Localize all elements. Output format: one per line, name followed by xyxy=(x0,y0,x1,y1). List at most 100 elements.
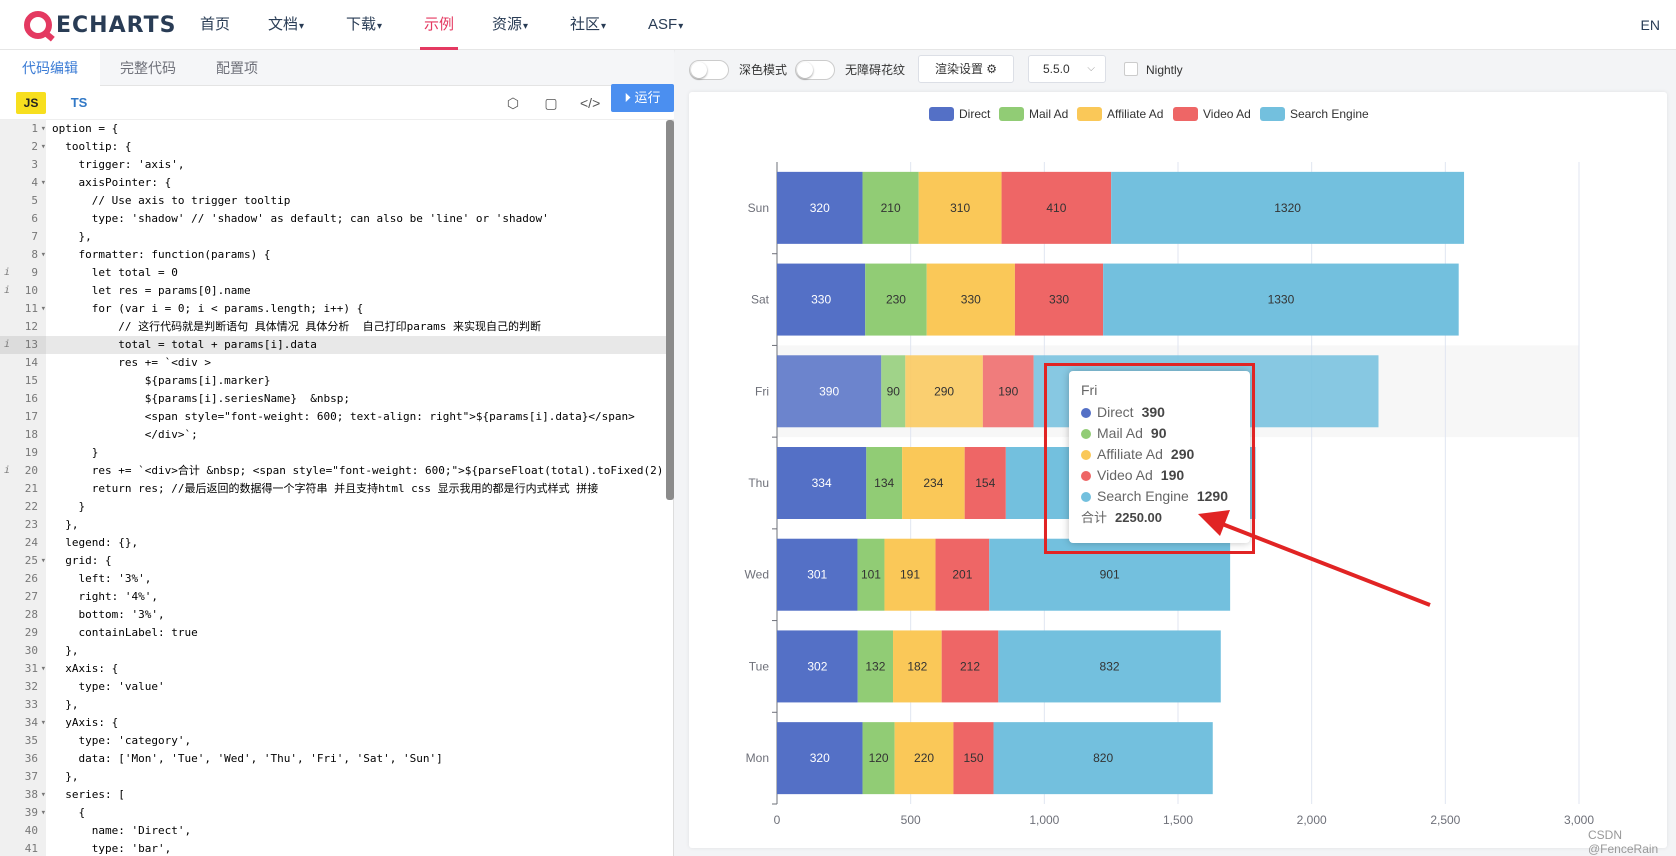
code-line[interactable]: 7 }, xyxy=(0,228,666,246)
code-line[interactable]: 38 ▾ series: [ xyxy=(0,786,666,804)
js-language-button[interactable]: JS xyxy=(16,92,46,114)
language-switch[interactable]: EN xyxy=(1641,0,1660,50)
code-line[interactable]: 28 bottom: '3%', xyxy=(0,606,666,624)
tab-options[interactable]: 配置项 xyxy=(194,50,280,86)
version-select[interactable]: 5.5.0 ⌵ xyxy=(1028,55,1106,83)
code-line[interactable]: 21 return res; //最后返回的数据得一个字符串 并且支持html … xyxy=(0,480,666,498)
echarts-logo[interactable]: ECHARTS xyxy=(24,9,176,41)
code-line[interactable]: 22 } xyxy=(0,498,666,516)
code-line[interactable]: 33 }, xyxy=(0,696,666,714)
code-line[interactable]: 25 ▾ grid: { xyxy=(0,552,666,570)
code-line[interactable]: 26 left: '3%', xyxy=(0,570,666,588)
nav-item-asf[interactable]: ASF▾ xyxy=(648,0,683,50)
nav-item-download[interactable]: 下载▾ xyxy=(346,0,382,50)
code-line[interactable]: 18 </div>`; xyxy=(0,426,666,444)
dark-mode-toggle[interactable] xyxy=(689,60,729,80)
code-line[interactable]: 6 type: 'shadow' // 'shadow' as default;… xyxy=(0,210,666,228)
code-format-icon[interactable]: </> xyxy=(580,94,600,112)
code-line[interactable]: 13 i total = total + params[i].data xyxy=(0,336,666,354)
code-line[interactable]: 16 ${params[i].seriesName} &nbsp; xyxy=(0,390,666,408)
code-text: type: 'category', xyxy=(52,734,192,747)
fold-arrow-icon[interactable]: ▾ xyxy=(41,246,46,264)
a11y-pattern-toggle[interactable] xyxy=(795,60,835,80)
codesandbox-icon[interactable]: ▢ xyxy=(542,94,560,112)
code-area[interactable]: 1 ▾ option = {2 ▾ tooltip: {3 trigger: 'axi… xyxy=(0,120,666,856)
fold-arrow-icon[interactable]: ▾ xyxy=(41,138,46,156)
render-settings-button[interactable]: 渲染设置 ⚙ xyxy=(918,55,1014,83)
code-line[interactable]: 27 right: '4%', xyxy=(0,588,666,606)
code-line[interactable]: 41 type: 'bar', xyxy=(0,840,666,856)
tab-code-edit[interactable]: 代码编辑 xyxy=(0,50,100,86)
code-line[interactable]: 30 }, xyxy=(0,642,666,660)
data-label: 134 xyxy=(874,476,894,490)
fold-arrow-icon[interactable]: ▾ xyxy=(41,714,46,732)
code-line[interactable]: 12 // 这行代码就是判断语句 具体情况 具体分析 自己打印params 来实… xyxy=(0,318,666,336)
code-line[interactable]: 31 ▾ xAxis: { xyxy=(0,660,666,678)
code-line[interactable]: 34 ▾ yAxis: { xyxy=(0,714,666,732)
code-line[interactable]: 11 ▾ for (var i = 0; i < params.length; i… xyxy=(0,300,666,318)
code-line[interactable]: 2 ▾ tooltip: { xyxy=(0,138,666,156)
nav-item-resources[interactable]: 资源▾ xyxy=(492,0,528,50)
code-line[interactable]: 15 ${params[i].marker} xyxy=(0,372,666,390)
line-number: 7 xyxy=(0,228,46,246)
fold-arrow-icon[interactable]: ▾ xyxy=(41,174,46,192)
fold-arrow-icon[interactable]: ▾ xyxy=(41,804,46,822)
ts-language-button[interactable]: TS xyxy=(64,92,94,114)
code-line[interactable]: 24 legend: {}, xyxy=(0,534,666,552)
code-text: type: 'shadow' // 'shadow' as default; c… xyxy=(52,212,549,225)
data-label: 182 xyxy=(907,659,927,673)
a11y-pattern-label: 无障碍花纹 xyxy=(845,63,906,77)
fold-arrow-icon[interactable]: ▾ xyxy=(41,120,46,138)
fold-arrow-icon[interactable]: ▾ xyxy=(41,300,46,318)
code-line[interactable]: 17 <span style="font-weight: 600; text-a… xyxy=(0,408,666,426)
y-tick-label: Sun xyxy=(748,201,769,215)
line-number: 40 xyxy=(0,822,46,840)
line-number: 22 xyxy=(0,498,46,516)
code-line[interactable]: 1 ▾ option = { xyxy=(0,120,666,138)
codepen-icon[interactable]: ⬡ xyxy=(504,94,522,112)
code-line[interactable]: 8 ▾ formatter: function(params) { xyxy=(0,246,666,264)
run-button[interactable]: ⏵ 运行 xyxy=(611,84,674,112)
code-text: left: '3%', xyxy=(52,572,152,585)
fold-arrow-icon[interactable]: ▾ xyxy=(41,552,46,570)
code-line[interactable]: 3 trigger: 'axis', xyxy=(0,156,666,174)
line-number: 13 i xyxy=(0,336,46,354)
code-line[interactable]: 14 res += `<div > xyxy=(0,354,666,372)
nightly-checkbox[interactable] xyxy=(1124,62,1138,76)
legend-label: Video Ad xyxy=(1203,107,1251,121)
line-number: 33 xyxy=(0,696,46,714)
code-line[interactable]: 5 // Use axis to trigger tooltip xyxy=(0,192,666,210)
code-line[interactable]: 29 containLabel: true xyxy=(0,624,666,642)
x-tick-label: 0 xyxy=(774,813,781,827)
code-line[interactable]: 32 type: 'value' xyxy=(0,678,666,696)
fold-arrow-icon[interactable]: ▾ xyxy=(41,786,46,804)
legend-swatch xyxy=(1260,107,1285,121)
data-label: 120 xyxy=(869,751,889,765)
code-line[interactable]: 23 }, xyxy=(0,516,666,534)
x-tick-label: 3,000 xyxy=(1564,813,1594,827)
nav-item-community[interactable]: 社区▾ xyxy=(570,0,606,50)
code-line[interactable]: 40 name: 'Direct', xyxy=(0,822,666,840)
nav-item-docs[interactable]: 文档▾ xyxy=(268,0,304,50)
code-text: { xyxy=(52,806,86,819)
code-text: for (var i = 0; i < params.length; i++) … xyxy=(52,302,364,315)
code-line[interactable]: 4 ▾ axisPointer: { xyxy=(0,174,666,192)
data-label: 320 xyxy=(810,201,830,215)
code-line[interactable]: 9i let total = 0 xyxy=(0,264,666,282)
logo-mark-icon xyxy=(24,11,52,39)
data-label: 334 xyxy=(812,476,832,490)
nav-item-examples[interactable]: 示例 xyxy=(424,0,454,50)
tab-full-code[interactable]: 完整代码 xyxy=(98,50,198,86)
code-line[interactable]: 37 }, xyxy=(0,768,666,786)
fold-arrow-icon[interactable]: ▾ xyxy=(41,660,46,678)
nav-item-home[interactable]: 首页 xyxy=(200,0,230,50)
code-text: formatter: function(params) { xyxy=(52,248,271,261)
code-line[interactable]: 19 } xyxy=(0,444,666,462)
code-line[interactable]: 35 type: 'category', xyxy=(0,732,666,750)
code-line[interactable]: 20 i res += `<div>合计 &nbsp; <span style="… xyxy=(0,462,666,480)
code-line[interactable]: 36 data: ['Mon', 'Tue', 'Wed', 'Thu', 'F… xyxy=(0,750,666,768)
code-line[interactable]: 39 ▾ { xyxy=(0,804,666,822)
code-text: // Use axis to trigger tooltip xyxy=(52,194,291,207)
code-line[interactable]: 10 i let res = params[0].name xyxy=(0,282,666,300)
editor-scrollbar[interactable] xyxy=(666,120,674,500)
